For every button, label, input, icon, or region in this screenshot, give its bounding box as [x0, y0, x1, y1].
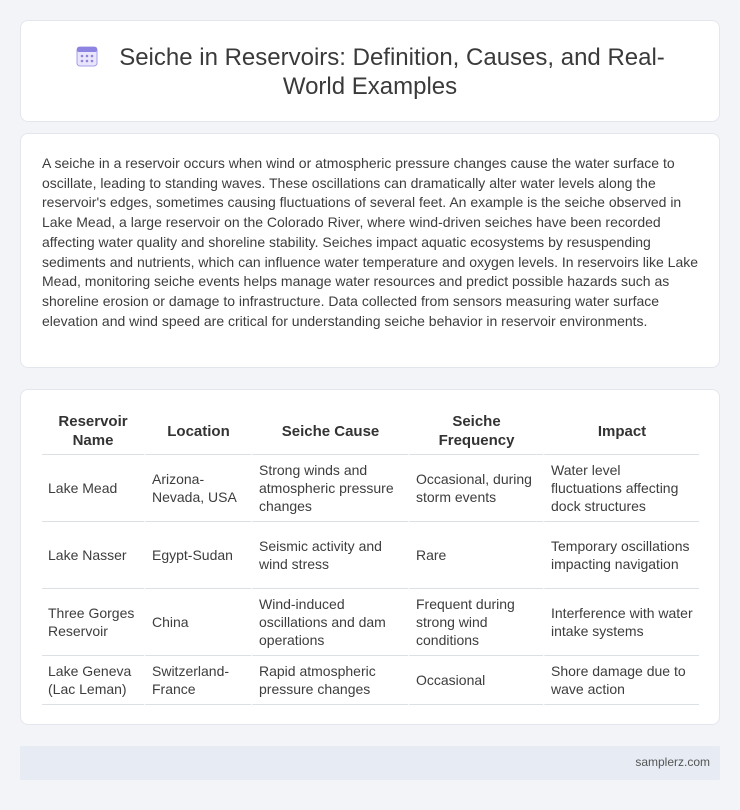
column-header: Reservoir Name: [42, 408, 144, 455]
description-card: A seiche in a reservoir occurs when wind…: [20, 133, 720, 368]
table-cell: Arizona-Nevada, USA: [144, 455, 251, 522]
table-cell: Temporary oscillations impacting navigat…: [543, 522, 699, 589]
column-header: Impact: [543, 408, 699, 455]
table-cell: China: [144, 589, 251, 656]
column-header: Location: [144, 408, 251, 455]
table-cell: Egypt-Sudan: [144, 522, 251, 589]
footer-bar: samplerz.com: [20, 746, 720, 780]
column-header: Seiche Cause: [251, 408, 408, 455]
page-title-wrap: Seiche in Reservoirs: Definition, Causes…: [21, 43, 719, 101]
calendar-icon: [76, 46, 98, 67]
table-cell: Wind-induced oscillations and dam operat…: [251, 589, 408, 656]
table-cell: Lake Nasser: [42, 522, 144, 589]
table-cell: Shore damage due to wave action: [543, 656, 699, 705]
table-cell: Strong winds and atmospheric pressure ch…: [251, 455, 408, 522]
table-card: Reservoir Name Location Seiche Cause Sei…: [20, 389, 720, 725]
reservoir-table: Reservoir Name Location Seiche Cause Sei…: [42, 408, 699, 705]
table-header-row: Reservoir Name Location Seiche Cause Sei…: [42, 408, 699, 455]
table-cell: Three Gorges Reservoir: [42, 589, 144, 656]
column-header: Seiche Frequency: [408, 408, 543, 455]
title-card: Seiche in Reservoirs: Definition, Causes…: [20, 20, 720, 122]
table-row: Lake Nasser Egypt-Sudan Seismic activity…: [42, 522, 699, 589]
table-cell: Lake Geneva (Lac Leman): [42, 656, 144, 705]
table-cell: Rare: [408, 522, 543, 589]
table-cell: Occasional, during storm events: [408, 455, 543, 522]
table-cell: Seismic activity and wind stress: [251, 522, 408, 589]
description-text: A seiche in a reservoir occurs when wind…: [42, 155, 699, 329]
table-cell: Switzerland-France: [144, 656, 251, 705]
footer-site-link[interactable]: samplerz.com: [635, 755, 710, 769]
table-cell: Interference with water intake systems: [543, 589, 699, 656]
table-row: Lake Geneva (Lac Leman) Switzerland-Fran…: [42, 656, 699, 705]
table-cell: Rapid atmospheric pressure changes: [251, 656, 408, 705]
table-cell: Water level fluctuations affecting dock …: [543, 455, 699, 522]
table-cell: Occasional: [408, 656, 543, 705]
table-cell: Frequent during strong wind conditions: [408, 589, 543, 656]
table-cell: Lake Mead: [42, 455, 144, 522]
page-title: Seiche in Reservoirs: Definition, Causes…: [119, 44, 665, 100]
table-row: Three Gorges Reservoir China Wind-induce…: [42, 589, 699, 656]
table-row: Lake Mead Arizona-Nevada, USA Strong win…: [42, 455, 699, 522]
